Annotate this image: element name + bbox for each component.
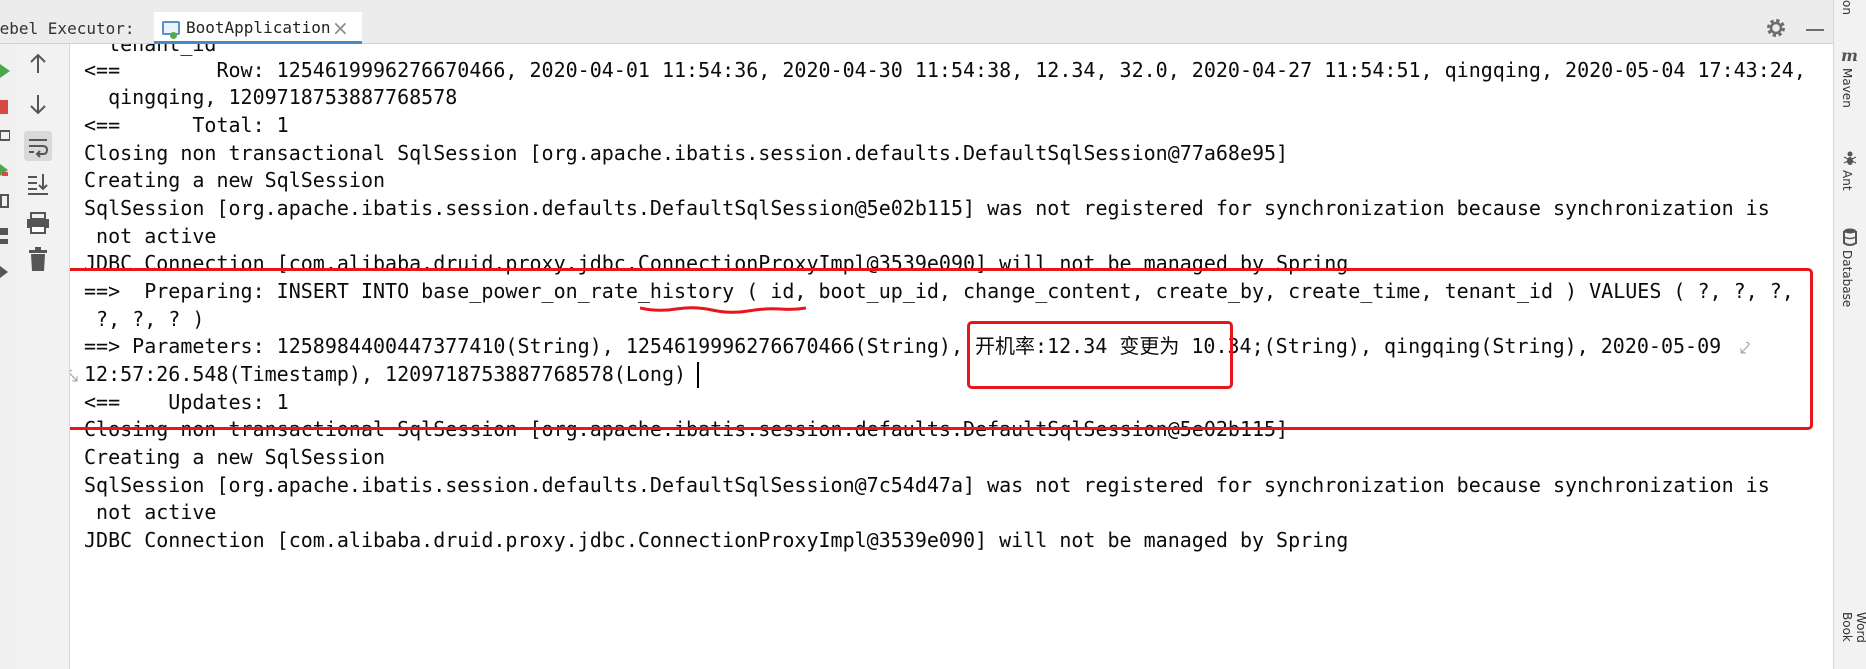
scroll-down-icon[interactable] [29,93,47,115]
debug-icon[interactable] [0,162,12,178]
layout-icon[interactable] [0,228,8,244]
clear-all-icon[interactable] [27,247,49,273]
print-icon[interactable] [25,211,51,235]
console-line: JDBC Connection [com.alibaba.druid.proxy… [84,528,1349,552]
stop-icon[interactable] [0,100,8,114]
overflow-label: on [1840,0,1854,15]
tab-title: BootApplication [186,18,331,37]
ant-icon[interactable] [1842,150,1858,166]
pin-icon[interactable] [0,266,10,278]
sidebar-item-ant[interactable]: Ant [1840,170,1854,191]
console-line: SqlSession [org.apache.ibatis.session.de… [84,196,1770,220]
sidebar-item-database[interactable]: Database [1840,250,1854,307]
soft-wrap-icon-bg[interactable] [24,131,52,161]
soft-wrap-indicator-icon: ⤦ [1740,338,1751,359]
application-icon [162,21,180,39]
scroll-up-icon[interactable] [29,53,47,75]
run-tool-window-header: Rebel Executor: BootApplication × [0,0,1866,44]
sidebar-item-word-book[interactable]: Word Book [1840,612,1866,669]
maven-icon[interactable]: m [1841,46,1858,65]
run-actions-strip [0,44,17,669]
database-icon[interactable] [1842,228,1858,246]
parameter-change-highlight-box [967,321,1233,389]
close-tab-icon[interactable]: × [332,16,349,40]
run-label: Rebel Executor: [0,19,135,38]
camera-icon[interactable] [0,128,10,142]
settings-gear-icon[interactable] [1764,16,1788,40]
minimize-icon[interactable] [1806,29,1824,31]
restore-layout-icon[interactable] [0,194,9,208]
soft-wrap-continuation-icon: ⤥ [70,366,79,387]
soft-wrap-icon [29,139,49,158]
sql-insert-highlight-box [70,268,1813,430]
tab-boot-application[interactable]: BootApplication × [154,12,362,44]
sidebar-item-maven[interactable]: Maven [1840,68,1854,108]
console-line: SqlSession [org.apache.ibatis.session.de… [84,473,1770,497]
rerun-icon[interactable] [0,64,12,78]
text-cursor [697,362,699,388]
right-tool-sidebar: on m Maven Ant Database Word Book [1833,0,1866,669]
history-underline-squiggle [640,306,807,314]
scroll-to-end-icon[interactable] [25,171,51,197]
console-actions-strip [16,44,70,669]
console-output[interactable]: tenant_id <== Row: 1254619996276670466, … [70,44,1830,669]
